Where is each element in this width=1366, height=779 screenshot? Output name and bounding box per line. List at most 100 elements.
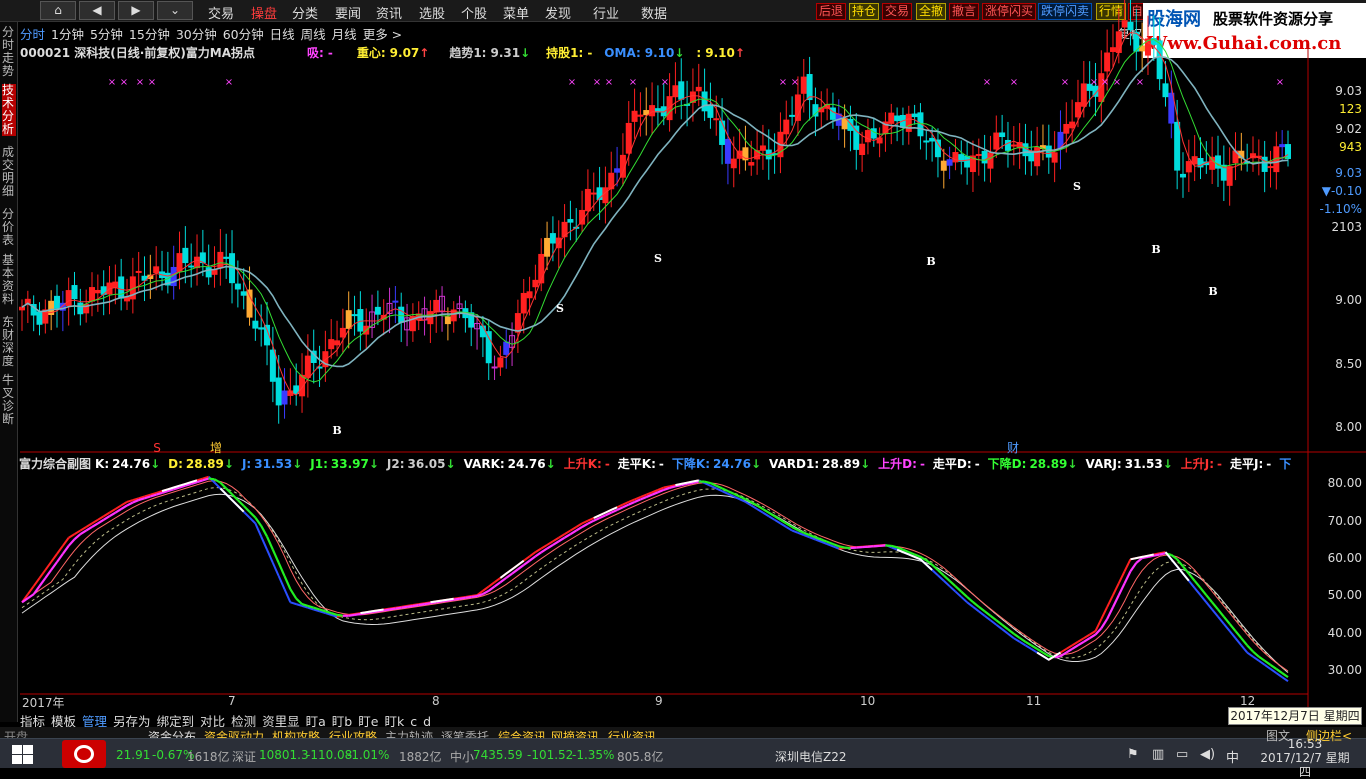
candle-body-132 xyxy=(790,115,795,116)
d-seg-4 xyxy=(40,578,46,586)
d-seg-159 xyxy=(944,575,950,580)
d-seg-141 xyxy=(839,546,845,547)
candle-body-64 xyxy=(393,301,398,302)
k-seg-4 xyxy=(40,570,46,578)
x-marker-19: × xyxy=(1276,77,1284,88)
kline-chart[interactable]: 9.031239.029439.03▼-0.10-1.10%21039.008.… xyxy=(0,0,1366,768)
k-seg-201 xyxy=(1189,581,1195,588)
candle-body-190 xyxy=(1128,22,1133,29)
d-seg-38 xyxy=(238,500,244,506)
index-value-8: 中小 xyxy=(450,748,474,765)
d-seg-37 xyxy=(232,494,238,500)
candle-body-0 xyxy=(20,307,25,310)
d-seg-214 xyxy=(1265,661,1271,665)
flag-icon[interactable]: ⚑ xyxy=(1127,747,1139,762)
candle-body-127 xyxy=(760,146,765,150)
candle-body-117 xyxy=(702,92,707,111)
candle-body-196 xyxy=(1163,84,1168,97)
d-seg-213 xyxy=(1259,657,1265,661)
candle-body-216 xyxy=(1280,145,1285,147)
k-seg-210 xyxy=(1241,645,1247,652)
k-seg-161 xyxy=(955,592,961,597)
d-seg-5 xyxy=(45,570,51,578)
candle-body-56 xyxy=(346,311,351,329)
candle-body-156 xyxy=(930,138,935,141)
sub-axis-label-5: 30.00 xyxy=(1328,663,1362,677)
d-seg-203 xyxy=(1200,588,1206,595)
x-marker-9: × xyxy=(661,77,669,88)
volume-icon[interactable]: ◀) xyxy=(1200,747,1215,762)
candle-body-27 xyxy=(177,254,182,271)
k-seg-205 xyxy=(1212,609,1218,616)
candle-body-176 xyxy=(1046,146,1051,157)
x-marker-13: × xyxy=(1010,77,1018,88)
candle-body-165 xyxy=(982,151,987,163)
price-axis-label-10: 8.00 xyxy=(1335,420,1362,434)
candle-body-71 xyxy=(434,300,439,311)
sub-axis-label-2: 60.00 xyxy=(1328,551,1362,565)
candle-body-30 xyxy=(195,257,200,267)
k-seg-207 xyxy=(1224,624,1230,631)
price-axis-label-8: 9.00 xyxy=(1335,293,1362,307)
x-axis: 2017年789101112 xyxy=(20,694,1308,708)
windows-start-icon[interactable] xyxy=(12,745,34,765)
k-seg-19 xyxy=(127,500,133,502)
taskbar-app-label[interactable]: 深圳电信Z22 xyxy=(775,748,847,765)
price-axis-label-2: 9.02 xyxy=(1335,122,1362,136)
candle-body-108 xyxy=(650,106,655,116)
d-seg-76 xyxy=(460,598,466,599)
d-seg-167 xyxy=(990,616,996,620)
candle-body-91 xyxy=(550,234,555,243)
candle-body-144 xyxy=(860,144,865,154)
signal-3: B xyxy=(332,424,341,437)
d-seg-40 xyxy=(250,512,256,518)
k-seg-89 xyxy=(535,549,541,553)
k-seg-187 xyxy=(1107,595,1113,607)
d-seg-204 xyxy=(1206,595,1212,602)
signal-5: B xyxy=(1151,243,1160,256)
sub-axis-label-1: 70.00 xyxy=(1328,514,1362,528)
price-axis-label-0: 9.03 xyxy=(1335,84,1362,98)
candle-body-207 xyxy=(1227,167,1232,186)
d-seg-207 xyxy=(1224,617,1230,624)
d-seg-47 xyxy=(290,589,296,598)
k-seg-158 xyxy=(938,575,944,580)
d-seg-7 xyxy=(57,554,63,562)
candle-body-167 xyxy=(994,133,999,149)
d-seg-208 xyxy=(1230,624,1236,631)
candle-body-158 xyxy=(941,161,946,170)
k-seg-171 xyxy=(1014,638,1020,642)
candle-body-188 xyxy=(1116,32,1121,53)
candle-body-199 xyxy=(1180,174,1185,177)
d-seg-19 xyxy=(127,502,133,505)
k-seg-43 xyxy=(267,550,273,563)
candle-body-55 xyxy=(340,328,345,337)
sidebar-toggle[interactable]: 侧边栏< xyxy=(1306,727,1352,744)
candle-body-57 xyxy=(352,315,357,316)
k-seg-203 xyxy=(1200,595,1206,602)
d-seg-86 xyxy=(518,565,524,569)
price-axis-label-6: -1.10% xyxy=(1320,202,1362,216)
ime-indicator[interactable]: 中 xyxy=(1226,747,1239,766)
candle-body-134 xyxy=(801,77,806,93)
candle-body-3 xyxy=(37,312,42,324)
signal-2: S xyxy=(1073,180,1081,193)
index-value-7: 1882亿 xyxy=(399,748,442,765)
network-icon[interactable]: ▥ xyxy=(1152,747,1164,762)
k-seg-44 xyxy=(273,563,279,576)
d-seg-45 xyxy=(279,563,285,576)
k-seg-42 xyxy=(261,537,267,550)
x-marker-8: × xyxy=(629,77,637,88)
k-seg-9 xyxy=(69,534,75,538)
candle-body-200 xyxy=(1186,162,1191,172)
d-seg-150 xyxy=(891,546,897,547)
candle-body-94 xyxy=(568,220,573,223)
k-seg-47 xyxy=(290,602,296,604)
k-seg-206 xyxy=(1218,617,1224,624)
candle-body-149 xyxy=(889,113,894,123)
candle-body-98 xyxy=(591,193,596,194)
app-taskbar-icon[interactable] xyxy=(62,740,106,768)
k-seg-211 xyxy=(1247,653,1253,657)
battery-icon[interactable]: ▭ xyxy=(1176,747,1188,762)
d-seg-75 xyxy=(454,599,460,600)
